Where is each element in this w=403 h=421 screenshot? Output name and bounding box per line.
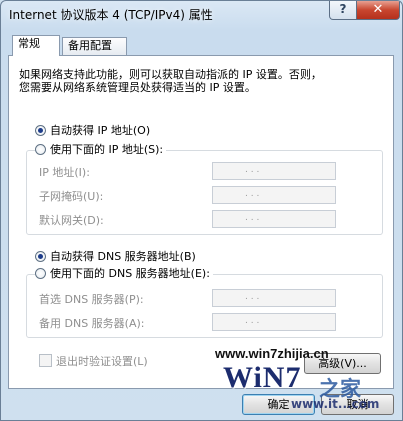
title-bar[interactable]: Internet 协议版本 4 (TCP/IPv4) 属性 ? ✕: [1, 1, 402, 29]
intro-text: 如果网络支持此功能，则可以获取自动指派的 IP 设置。否则， 您需要从网络系统管…: [19, 68, 369, 94]
subnet-mask-label: 子网掩码(U):: [39, 190, 104, 203]
ip-manual-label: 使用下面的 IP 地址(S):: [50, 143, 164, 156]
dns-auto-label: 自动获得 DNS 服务器地址(B): [50, 250, 196, 263]
dns-manual-radio[interactable]: 使用下面的 DNS 服务器地址(E):: [35, 267, 213, 281]
default-gateway-field[interactable]: . . .: [212, 210, 336, 228]
validate-on-exit-label: 退出时验证设置(L): [56, 355, 148, 368]
alternate-dns-dots: . . .: [245, 316, 260, 326]
watermark-url-secondary: www.it...com: [291, 397, 380, 411]
intro-line-1: 如果网络支持此功能，则可以获取自动指派的 IP 设置。否则，: [19, 68, 322, 81]
intro-line-2: 您需要从网络系统管理员处获得适当的 IP 设置。: [19, 81, 256, 94]
radio-unselected-icon: [35, 144, 46, 155]
default-gateway-label: 默认网关(D):: [39, 214, 104, 227]
subnet-mask-dots: . . .: [245, 189, 260, 199]
close-icon: ✕: [372, 2, 384, 17]
close-button[interactable]: ✕: [356, 1, 400, 20]
alternate-dns-field[interactable]: . . .: [212, 313, 336, 331]
ip-address-field[interactable]: . . .: [212, 162, 336, 180]
tab-alternate-config[interactable]: 备用配置: [62, 37, 127, 55]
ip-address-label: IP 地址(I):: [39, 166, 90, 179]
ip-manual-radio[interactable]: 使用下面的 IP 地址(S):: [35, 143, 167, 157]
help-icon: ?: [339, 2, 347, 16]
validate-on-exit-checkbox[interactable]: 退出时验证设置(L): [39, 353, 148, 369]
subnet-mask-field[interactable]: . . .: [212, 186, 336, 204]
dns-auto-radio[interactable]: 自动获得 DNS 服务器地址(B): [35, 250, 196, 264]
checkbox-unchecked-icon: [39, 354, 52, 367]
dialog-window: Internet 协议版本 4 (TCP/IPv4) 属性 ? ✕ 常规 备用配…: [0, 0, 403, 421]
watermark-url: www.win7zhijia.cn: [215, 346, 329, 361]
ip-auto-radio[interactable]: 自动获得 IP 地址(O): [35, 124, 150, 138]
help-button[interactable]: ?: [329, 1, 357, 20]
preferred-dns-dots: . . .: [245, 292, 260, 302]
ip-address-dots: . . .: [245, 165, 260, 175]
ip-auto-label: 自动获得 IP 地址(O): [50, 124, 151, 137]
default-gateway-dots: . . .: [245, 213, 260, 223]
watermark-logo: WiN7: [223, 361, 302, 394]
alternate-dns-label: 备用 DNS 服务器(A):: [39, 317, 145, 330]
radio-selected-icon: [35, 251, 46, 262]
window-title: Internet 协议版本 4 (TCP/IPv4) 属性: [9, 8, 213, 22]
preferred-dns-label: 首选 DNS 服务器(P):: [39, 293, 144, 306]
tab-general[interactable]: 常规: [12, 35, 60, 56]
dns-manual-label: 使用下面的 DNS 服务器地址(E):: [50, 267, 210, 280]
radio-selected-icon: [35, 125, 46, 136]
preferred-dns-field[interactable]: . . .: [212, 289, 336, 307]
radio-unselected-icon: [35, 268, 46, 279]
